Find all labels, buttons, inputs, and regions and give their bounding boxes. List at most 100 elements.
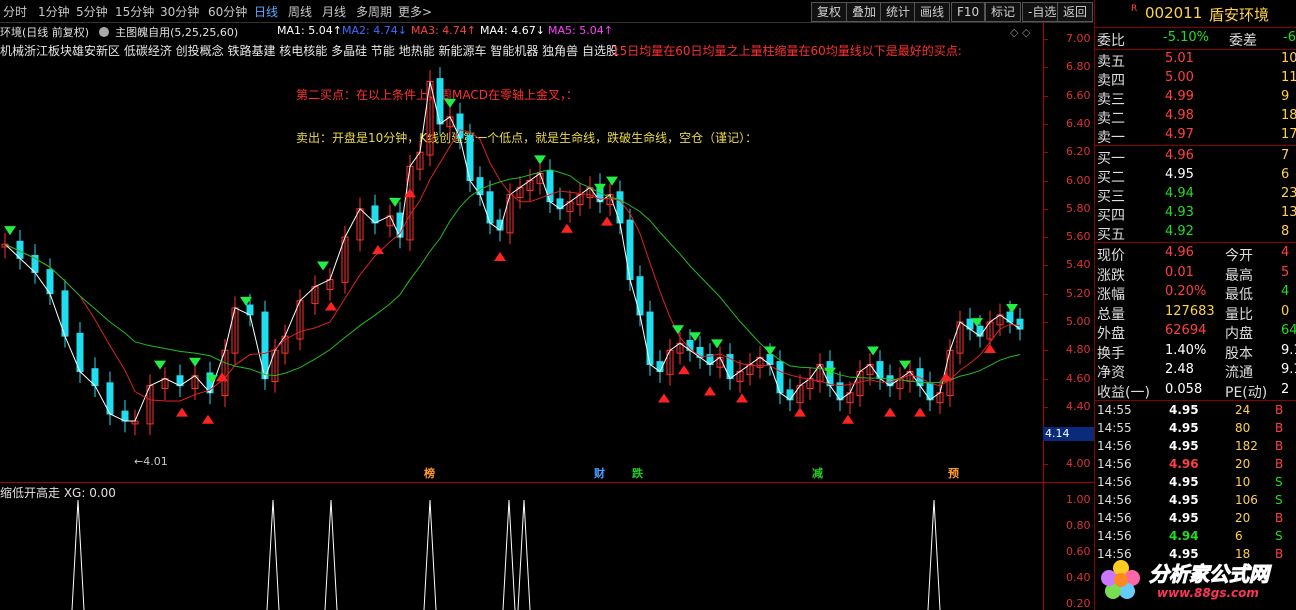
stat-label: 涨跌 [1097, 267, 1125, 284]
toolbar-button-2[interactable]: 统计 [880, 2, 917, 22]
sub-indicator-chart[interactable] [0, 483, 1043, 610]
low-price-label: ←4.01 [134, 455, 168, 468]
tick-time: 14:56 [1097, 439, 1132, 453]
price-tick-mark [1043, 39, 1048, 40]
period-tab-5[interactable]: 60分钟 [208, 3, 247, 20]
tick-time: 14:56 [1097, 475, 1132, 489]
buy-signal-icon [494, 252, 506, 262]
price-tick: 6.60 [1066, 88, 1091, 102]
bid-label: 买二 [1097, 170, 1125, 186]
buy-signal-icon [325, 301, 337, 311]
event-mark[interactable]: 减 [812, 465, 823, 481]
toolbar-button-0[interactable]: 复权 [811, 2, 848, 22]
tick-time: 14:55 [1097, 421, 1132, 435]
top-toolbar: 分时 1分钟 5分钟 15分钟 30分钟 60分钟 日线 周线 月线 多周期 更多> 复权 叠加 统计 画线… [0, 0, 1093, 23]
period-tab-8[interactable]: 月线 [322, 3, 346, 20]
sell-signal-icon [606, 176, 618, 186]
toolbar-button-3[interactable]: 画线 [914, 2, 951, 22]
toolbar-button-7[interactable]: 返回 [1057, 2, 1093, 22]
tick-row: 14:56 4.94 6 S [1095, 529, 1296, 547]
sell-signal-icon [317, 261, 329, 271]
event-mark[interactable]: 财 [594, 465, 605, 481]
bid-volume: 8 [1281, 224, 1290, 239]
tick-price: 4.95 [1169, 475, 1199, 489]
sell-signal-icon [444, 98, 456, 108]
ask-price: 4.97 [1165, 127, 1194, 142]
price-tick-mark [1043, 406, 1048, 408]
ask-label: 卖三 [1097, 92, 1125, 108]
chart-right-border [1043, 22, 1044, 610]
watermark: 分析家公式网 www.88gs.com [1099, 556, 1295, 608]
ask-volume: 9 [1281, 89, 1290, 104]
ask-price: 4.98 [1165, 108, 1194, 123]
stat-value: 127683 [1165, 303, 1215, 319]
stat-value: 0.20% [1165, 284, 1207, 299]
weicha-value: -6 [1283, 30, 1296, 45]
tick-price: 4.95 [1169, 439, 1199, 453]
kline-chart[interactable] [0, 22, 1043, 482]
sub-axis-tick: 0.60 [1066, 545, 1091, 558]
tick-price: 4.95 [1169, 511, 1199, 525]
xg-signal-spike [502, 499, 516, 610]
period-tab-4[interactable]: 30分钟 [160, 3, 199, 20]
ask-price: 5.00 [1165, 70, 1194, 85]
stat-label: 换手 [1097, 345, 1125, 362]
event-mark[interactable]: 榜 [424, 465, 435, 481]
price-tick: 5.60 [1066, 230, 1091, 244]
stat-value: 0.01 [1165, 264, 1194, 280]
price-tick-mark [1043, 265, 1048, 267]
price-tick-mark [1043, 322, 1048, 323]
event-mark[interactable]: 跌 [632, 465, 643, 481]
price-tick: 5.40 [1066, 258, 1091, 272]
stat-label: 股本 [1225, 345, 1253, 362]
ma1-line [4, 81, 1021, 422]
xg-signal-spike [927, 499, 941, 610]
tick-price: 4.95 [1169, 493, 1199, 507]
period-tab-9[interactable]: 多周期 [356, 3, 392, 20]
ask-label: 卖一 [1097, 130, 1125, 146]
stat-row: 现价 4.96 今开 4 [1095, 245, 1296, 264]
tick-row: 14:55 4.95 24 B [1095, 403, 1296, 421]
bid-volume: 23 [1281, 186, 1296, 201]
price-tick-mark [1043, 123, 1048, 125]
stat-row: 收益(一) 0.058 PE(动) 2 [1095, 382, 1296, 401]
period-tab-3[interactable]: 15分钟 [115, 3, 154, 20]
toolbar-button-4[interactable]: F10 [951, 2, 986, 22]
period-tab-0[interactable]: 分时 [3, 3, 27, 20]
price-tick-mark [1043, 237, 1048, 239]
price-tick-mark [1043, 293, 1048, 295]
period-tab-1[interactable]: 1分钟 [38, 3, 70, 20]
code-prefix: R [1131, 4, 1138, 14]
period-tab-10[interactable]: 更多> [398, 3, 432, 20]
tick-price: 4.95 [1169, 421, 1199, 435]
weicha-label: 委差 [1229, 33, 1257, 49]
event-mark[interactable]: 预 [948, 465, 959, 481]
sell-signal-icon [764, 346, 776, 356]
stock-code: 002011 [1145, 4, 1203, 22]
stat-value: 62694 [1165, 323, 1207, 338]
xg-signal-spike [266, 499, 280, 610]
ask-row: 卖五 5.01 10 [1095, 51, 1296, 70]
period-tab-7[interactable]: 周线 [288, 3, 312, 20]
price-tick-mark [1043, 208, 1048, 210]
price-tick: 6.40 [1066, 116, 1091, 130]
buy-signal-icon [202, 414, 214, 424]
stat-value: 0 [1281, 303, 1290, 319]
price-tick: 6.20 [1066, 145, 1091, 159]
buy-signal-icon [176, 407, 188, 417]
tick-price: 4.96 [1169, 457, 1199, 471]
tick-row: 14:56 4.95 182 B [1095, 439, 1296, 457]
bid-price: 4.92 [1165, 224, 1194, 239]
sell-signal-icon [4, 226, 16, 236]
bid-price: 4.96 [1165, 148, 1194, 163]
toolbar-button-5[interactable]: 标记 [985, 2, 1022, 22]
stat-row: 涨幅 0.20% 最低 4 [1095, 284, 1296, 303]
stat-value: 9.13 [1281, 362, 1296, 377]
tick-row: 14:56 4.95 20 B [1095, 511, 1296, 529]
period-tab-2[interactable]: 5分钟 [76, 3, 108, 20]
toolbar-button-1[interactable]: 叠加 [846, 2, 883, 22]
buy-signal-icon [704, 386, 716, 396]
tick-time: 14:56 [1097, 457, 1132, 471]
tick-time: 14:56 [1097, 511, 1132, 525]
period-tab-6[interactable]: 日线 [254, 3, 278, 20]
